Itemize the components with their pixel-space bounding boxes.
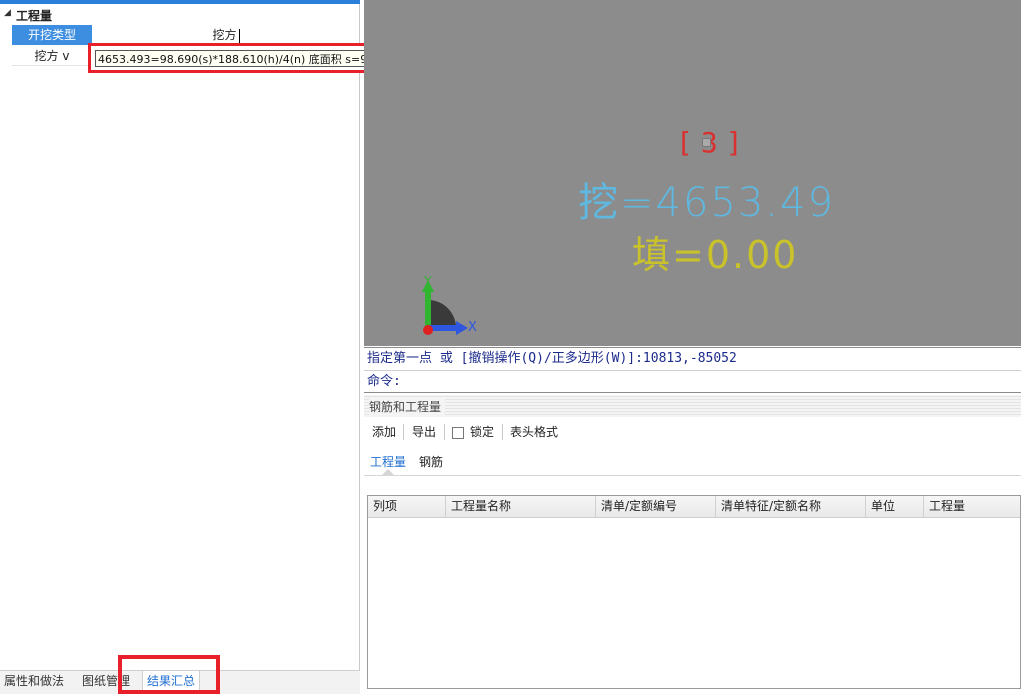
column-header-quantity-name[interactable]: 工程量名称 [446,496,596,517]
header-format-button[interactable]: 表头格式 [510,424,558,440]
quantity-toolbar: 添加 导出 锁定 表头格式 [364,420,1021,444]
rebar-quantity-panel: 钢筋和工程量 添加 导出 锁定 表头格式 工程量 钢筋 列项 工程量名称 清单/… [364,395,1021,694]
column-header-unit[interactable]: 单位 [866,496,924,517]
text-caret [238,28,240,43]
tab-properties-and-methods[interactable]: 属性和做法 [4,671,64,693]
group-header-quantities[interactable]: ◢ 工程量 [0,6,360,24]
property-value-field[interactable]: 挖方 [92,25,360,45]
column-header-code[interactable]: 清单/定额编号 [596,496,716,517]
toolbar-divider [444,424,445,440]
tab-quantities[interactable]: 工程量 [370,454,406,470]
marker-grip-point[interactable] [702,138,711,147]
quantity-table[interactable]: 列项 工程量名称 清单/定额编号 清单特征/定额名称 单位 工程量 [367,495,1021,689]
tab-rebar[interactable]: 钢筋 [419,454,443,470]
dig-volume-label: 挖=4653.49 [578,180,835,226]
lock-label[interactable]: 锁定 [470,424,494,440]
axis-quadrant-shape [428,300,456,328]
property-name: 开挖类型 [12,25,92,45]
properties-panel: ◢ 工程量 开挖类型 挖方 挖方 v 4653.493=98.690(s)*18… [0,0,754,694]
element-marker-label: [3] [676,126,751,159]
fill-volume-label: 填=0.00 [632,233,799,277]
x-axis-label: X [468,320,477,335]
column-header-quantity[interactable]: 工程量 [924,496,1020,517]
toolbar-divider [502,424,503,440]
command-input-line[interactable]: 命令: [364,371,1021,393]
axis-origin-dot [423,325,433,335]
export-button[interactable]: 导出 [412,424,436,440]
panel-title-bar [0,0,360,4]
cad-viewport[interactable]: [3] 挖=4653.49 填=0.00 Y X [364,0,1021,346]
column-header-feature-name[interactable]: 清单特征/定额名称 [716,496,866,517]
add-button[interactable]: 添加 [372,424,396,440]
active-tab-indicator [381,469,395,476]
column-header-item[interactable]: 列项 [368,496,446,517]
panel-title: 钢筋和工程量 [369,398,446,415]
property-row-excavation-type[interactable]: 开挖类型 挖方 [12,25,360,45]
panel-title-bar[interactable]: 钢筋和工程量 [364,395,1021,417]
toolbar-divider [403,424,404,440]
x-axis-arrow [456,321,468,335]
command-history-line: 指定第一点 或 [撤销操作(Q)/正多边形(W)]:10813,-85052 [364,347,1021,371]
property-value-text: 挖方 [212,28,237,42]
highlight-box-result-tab [118,655,220,694]
collapse-triangle-icon[interactable]: ◢ [4,8,11,18]
table-header-row: 列项 工程量名称 清单/定额编号 清单特征/定额名称 单位 工程量 [368,496,1020,518]
property-name: 挖方 v [34,49,70,63]
group-title: 工程量 [16,9,53,23]
y-axis-label: Y [423,274,432,288]
y-axis-bar [425,288,431,328]
quantity-tab-bar: 工程量 钢筋 [364,450,1021,476]
lock-checkbox[interactable] [452,427,464,439]
ucs-axis-icon: Y X [422,274,477,335]
